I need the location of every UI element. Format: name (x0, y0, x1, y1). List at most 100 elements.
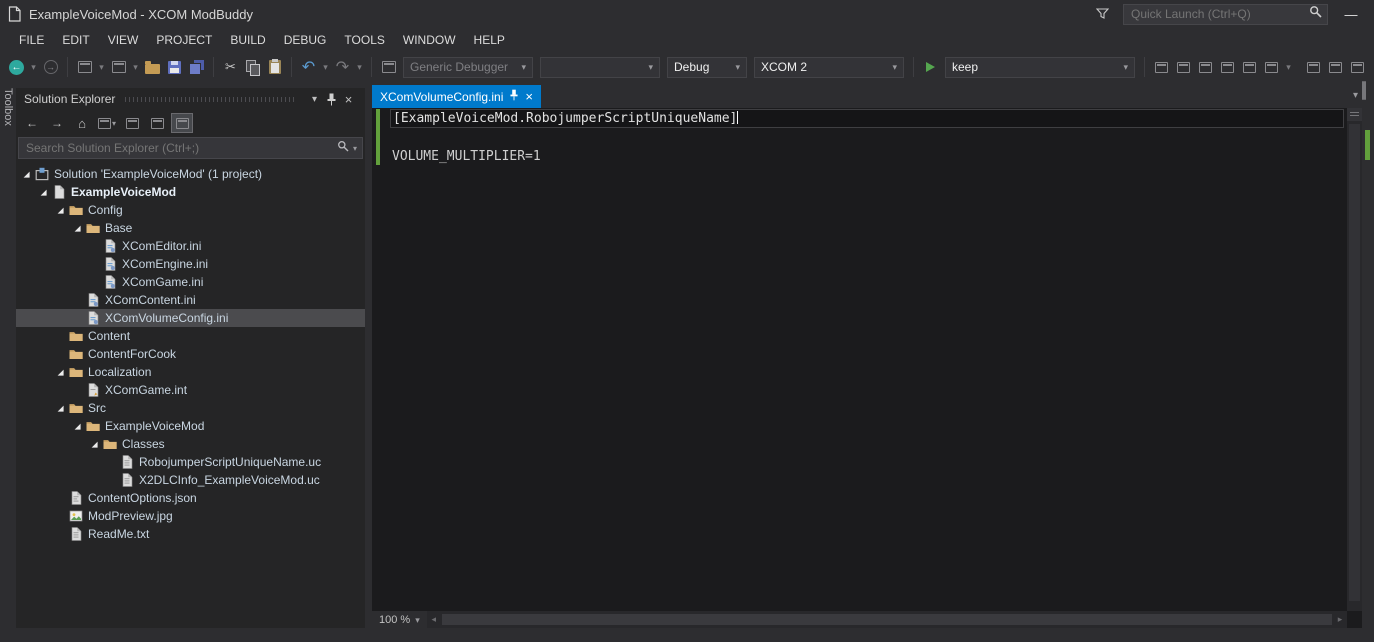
undo-dropdown[interactable] (320, 56, 331, 78)
toolbox-side-tab[interactable]: Toolbox (0, 82, 16, 628)
undo-button[interactable] (298, 56, 319, 78)
quick-launch-input[interactable] (1129, 6, 1305, 22)
window-position-dropdown[interactable] (306, 91, 323, 107)
tree-item[interactable]: RobojumperScriptUniqueName.uc (16, 453, 365, 471)
tree-item[interactable]: XComGame.ini (16, 273, 365, 291)
home-button[interactable] (71, 113, 93, 133)
toolbox-button[interactable] (1217, 56, 1238, 78)
navigate-forward-button[interactable] (40, 56, 61, 78)
open-file-button[interactable] (142, 56, 163, 78)
vertical-scrollbar[interactable] (1347, 108, 1362, 611)
pin-icon[interactable] (510, 89, 518, 104)
tab-list-dropdown[interactable] (1353, 90, 1358, 101)
solution-explorer-header[interactable]: Solution Explorer (16, 88, 365, 110)
cut-button[interactable] (220, 56, 241, 78)
editor-split-handle[interactable] (1347, 108, 1362, 121)
new-file-dropdown[interactable] (96, 56, 107, 78)
close-icon[interactable] (340, 91, 357, 107)
solution-configuration-combo[interactable]: Debug (667, 56, 747, 78)
solution-platform-combo[interactable]: XCOM 2 (754, 56, 904, 78)
tree-item[interactable]: Localization (16, 363, 365, 381)
save-button[interactable] (164, 56, 185, 78)
menu-item-view[interactable]: VIEW (99, 28, 148, 52)
properties-button[interactable] (146, 113, 168, 133)
menu-item-help[interactable]: HELP (465, 28, 514, 52)
tree-item[interactable]: Solution 'ExampleVoiceMod' (1 project) (16, 165, 365, 183)
tree-item[interactable]: XComEngine.ini (16, 255, 365, 273)
debugger-combo[interactable]: Generic Debugger (403, 56, 533, 78)
back-button[interactable] (21, 113, 43, 133)
save-all-button[interactable] (186, 56, 207, 78)
search-options-dropdown[interactable] (353, 144, 357, 153)
tree-item[interactable]: Content (16, 327, 365, 345)
expand-arrow-icon[interactable] (71, 224, 84, 233)
solution-search-input[interactable] (24, 140, 333, 156)
preview-selected-items-button[interactable] (171, 113, 193, 133)
redo-button[interactable] (332, 56, 353, 78)
code-area[interactable]: [ExampleVoiceMod.RobojumperScriptUniqueN… (390, 108, 1347, 611)
expand-arrow-icon[interactable] (20, 170, 33, 179)
expand-arrow-icon[interactable] (37, 188, 50, 197)
tree-item[interactable]: ContentOptions.json (16, 489, 365, 507)
search-icon[interactable] (1309, 5, 1322, 23)
scroll-right-arrow[interactable] (1333, 611, 1347, 628)
menu-item-tools[interactable]: TOOLS (335, 28, 393, 52)
forward-button[interactable] (46, 113, 68, 133)
zoom-control[interactable]: 100 % (372, 611, 427, 628)
tree-item[interactable]: Src (16, 399, 365, 417)
close-tab-icon[interactable] (525, 89, 533, 104)
tree-item[interactable]: XComContent.ini (16, 291, 365, 309)
tree-item[interactable]: Classes (16, 435, 365, 453)
tree-item[interactable]: Base (16, 219, 365, 237)
menu-item-window[interactable]: WINDOW (394, 28, 465, 52)
toolbar-options-dropdown[interactable] (1283, 56, 1294, 78)
rail-icon-2[interactable] (1364, 81, 1366, 100)
tree-item[interactable]: ExampleVoiceMod (16, 183, 365, 201)
tree-item[interactable]: XComGame.int (16, 381, 365, 399)
add-item-dropdown[interactable] (130, 56, 141, 78)
start-button[interactable] (920, 56, 941, 78)
tree-item[interactable]: X2DLCInfo_ExampleVoiceMod.uc (16, 471, 365, 489)
tree-item[interactable]: XComVolumeConfig.ini (16, 309, 365, 327)
extension-button-3[interactable] (1347, 56, 1368, 78)
extension-button-1[interactable] (1303, 56, 1324, 78)
quick-launch[interactable] (1123, 3, 1328, 25)
object-browser-button[interactable] (1195, 56, 1216, 78)
search-icon[interactable] (337, 139, 349, 157)
tree-item[interactable]: XComEditor.ini (16, 237, 365, 255)
scope-dropdown-button[interactable] (96, 113, 118, 133)
text-editor[interactable]: [ExampleVoiceMod.RobojumperScriptUniqueN… (372, 108, 1347, 611)
output-window-button[interactable] (1261, 56, 1282, 78)
add-item-button[interactable] (108, 56, 129, 78)
horizontal-scrollbar-thumb[interactable] (441, 614, 1332, 625)
debug-type-combo[interactable] (540, 56, 660, 78)
menu-item-file[interactable]: FILE (10, 28, 53, 52)
tree-item[interactable]: ModPreview.jpg (16, 507, 365, 525)
expand-arrow-icon[interactable] (54, 368, 67, 377)
tree-item[interactable]: Config (16, 201, 365, 219)
navigate-backward-dropdown[interactable] (28, 56, 39, 78)
solution-explorer-button[interactable] (1151, 56, 1172, 78)
copy-button[interactable] (242, 56, 263, 78)
expand-arrow-icon[interactable] (88, 440, 101, 449)
solution-search-box[interactable] (18, 137, 363, 159)
vertical-scrollbar-thumb[interactable] (1349, 124, 1360, 601)
navigate-backward-button[interactable] (6, 56, 27, 78)
paste-button[interactable] (264, 56, 285, 78)
pin-icon[interactable] (323, 91, 340, 107)
redo-dropdown[interactable] (354, 56, 365, 78)
debug-target-button[interactable] (378, 56, 399, 78)
scroll-left-arrow[interactable] (427, 611, 441, 628)
extension-button-2[interactable] (1325, 56, 1346, 78)
expand-arrow-icon[interactable] (71, 422, 84, 431)
menu-item-debug[interactable]: DEBUG (275, 28, 336, 52)
collapse-all-button[interactable] (121, 113, 143, 133)
tree-item[interactable]: ExampleVoiceMod (16, 417, 365, 435)
expand-arrow-icon[interactable] (54, 206, 67, 215)
new-file-button[interactable] (74, 56, 95, 78)
properties-window-button[interactable] (1173, 56, 1194, 78)
menu-item-project[interactable]: PROJECT (147, 28, 221, 52)
deploy-combo[interactable]: keep (945, 56, 1135, 78)
feedback-filter-icon[interactable] (1096, 8, 1109, 20)
tree-item[interactable]: ContentForCook (16, 345, 365, 363)
